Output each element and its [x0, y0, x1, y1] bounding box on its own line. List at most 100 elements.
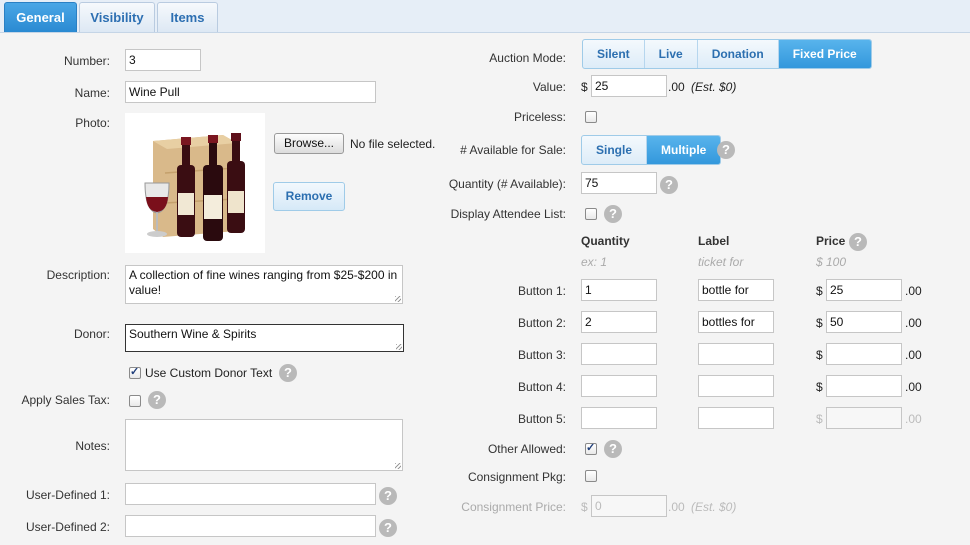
consignment-price-label: Consignment Price:	[461, 500, 566, 514]
help-icon[interactable]: ?	[717, 141, 735, 159]
consignment-pkg-label: Consignment Pkg:	[467, 470, 566, 484]
auction-mode-live[interactable]: Live	[645, 40, 698, 68]
button-1-cents: .00	[905, 284, 922, 298]
other-allowed-checkbox[interactable]	[585, 441, 597, 455]
column-quantity-header: Quantity	[581, 234, 630, 248]
other-allowed-label: Other Allowed:	[487, 442, 566, 456]
button-2-quantity[interactable]	[581, 311, 657, 333]
button-3-label: Button 3:	[517, 348, 566, 362]
description-label: Description:	[46, 268, 110, 282]
button-2-price[interactable]	[826, 311, 902, 333]
consignment-estimate: (Est. $0)	[691, 500, 737, 514]
auction-mode-label: Auction Mode:	[489, 51, 566, 65]
column-label-header: Label	[698, 234, 730, 248]
button-4-quantity[interactable]	[581, 375, 657, 397]
value-currency: $	[581, 80, 588, 94]
auction-mode-donation[interactable]: Donation	[698, 40, 779, 68]
value-label: Value:	[532, 80, 566, 94]
button-5-quantity[interactable]	[581, 407, 657, 429]
button-3-price[interactable]	[826, 343, 902, 365]
button-1-quantity[interactable]	[581, 279, 657, 301]
sales-tax-checkbox[interactable]	[129, 395, 141, 407]
custom-donor-label: Use Custom Donor Text	[145, 366, 273, 380]
consignment-price-input	[591, 495, 667, 517]
donor-label: Donor:	[73, 327, 110, 341]
available-single[interactable]: Single	[582, 136, 648, 164]
available-selector: Single Multiple	[581, 135, 722, 165]
consignment-pkg-checkbox[interactable]	[585, 470, 597, 482]
number-label: Number:	[63, 54, 110, 68]
auction-mode-selector: Silent Live Donation Fixed Price	[582, 39, 872, 69]
tab-items[interactable]: Items	[157, 2, 218, 32]
quantity-label: Quantity (# Available):	[448, 177, 566, 191]
photo-label: Photo:	[75, 116, 110, 130]
button-1-price[interactable]	[826, 279, 902, 301]
price-hint: $ 100	[816, 255, 847, 269]
remove-button[interactable]: Remove	[273, 182, 345, 211]
button-1-label: Button 1:	[517, 284, 566, 298]
button-3-cents: .00	[905, 348, 922, 362]
tab-bar: General Visibility Items	[0, 0, 970, 33]
notes-label: Notes:	[75, 439, 110, 453]
help-icon[interactable]: ?	[379, 519, 397, 537]
help-icon[interactable]: ?	[279, 364, 297, 382]
label-hint: ticket for	[698, 255, 744, 269]
user-defined-1-input[interactable]	[125, 483, 376, 505]
wine-photo	[125, 113, 265, 253]
attendee-list-checkbox[interactable]	[585, 208, 597, 220]
button-4-price[interactable]	[826, 375, 902, 397]
button-4-label: Button 4:	[517, 380, 566, 394]
auction-mode-fixed-price[interactable]: Fixed Price	[778, 40, 871, 68]
value-cents: .00	[668, 80, 685, 94]
button-2-label: Button 2:	[517, 316, 566, 330]
column-price-header: Price	[816, 234, 846, 248]
resize-handle-icon[interactable]	[395, 463, 401, 469]
button-1-currency: $	[816, 284, 823, 298]
help-icon[interactable]: ?	[604, 205, 622, 223]
help-icon[interactable]: ?	[604, 440, 622, 458]
button-4-currency: $	[816, 380, 823, 394]
sales-tax-label: Apply Sales Tax:	[21, 393, 111, 407]
button-3-label-input[interactable]	[698, 343, 774, 365]
name-label: Name:	[74, 86, 110, 100]
name-input[interactable]	[125, 81, 376, 103]
button-3-currency: $	[816, 348, 823, 362]
help-icon[interactable]: ?	[660, 176, 678, 194]
button-5-label-input[interactable]	[698, 407, 774, 429]
help-icon[interactable]: ?	[148, 391, 166, 409]
button-4-label-input[interactable]	[698, 375, 774, 397]
number-input[interactable]	[125, 49, 201, 71]
priceless-checkbox[interactable]	[585, 111, 597, 123]
available-label: # Available for Sale:	[460, 143, 566, 157]
button-2-currency: $	[816, 316, 823, 330]
custom-donor-checkbox[interactable]	[129, 365, 141, 379]
button-5-cents: .00	[905, 412, 922, 426]
button-2-label-input[interactable]	[698, 311, 774, 333]
quantity-hint: ex: 1	[581, 255, 608, 269]
available-multiple[interactable]: Multiple	[647, 136, 721, 164]
browse-button[interactable]: Browse...	[274, 133, 344, 154]
priceless-label: Priceless:	[513, 110, 566, 124]
auction-mode-silent[interactable]: Silent	[583, 40, 645, 68]
attendee-list-label: Display Attendee List:	[450, 207, 566, 221]
quantity-input[interactable]	[581, 172, 657, 194]
user-defined-2-input[interactable]	[125, 515, 376, 537]
consignment-cents: .00	[668, 500, 685, 514]
user-defined-2-label: User-Defined 2:	[25, 520, 110, 534]
notes-textarea[interactable]	[125, 419, 403, 471]
description-textarea[interactable]: A collection of fine wines ranging from …	[125, 265, 403, 304]
button-1-label-input[interactable]	[698, 279, 774, 301]
value-estimate: (Est. $0)	[691, 80, 737, 94]
button-2-cents: .00	[905, 316, 922, 330]
user-defined-1-label: User-Defined 1:	[25, 488, 110, 502]
value-input[interactable]	[591, 75, 667, 97]
button-5-currency: $	[816, 412, 823, 426]
tab-general[interactable]: General	[4, 2, 77, 32]
button-5-price	[826, 407, 902, 429]
button-4-cents: .00	[905, 380, 922, 394]
help-icon[interactable]: ?	[849, 233, 867, 251]
tab-visibility[interactable]: Visibility	[79, 2, 155, 32]
donor-textarea[interactable]: Southern Wine & Spirits	[125, 324, 404, 352]
button-3-quantity[interactable]	[581, 343, 657, 365]
button-5-label: Button 5:	[517, 412, 566, 426]
